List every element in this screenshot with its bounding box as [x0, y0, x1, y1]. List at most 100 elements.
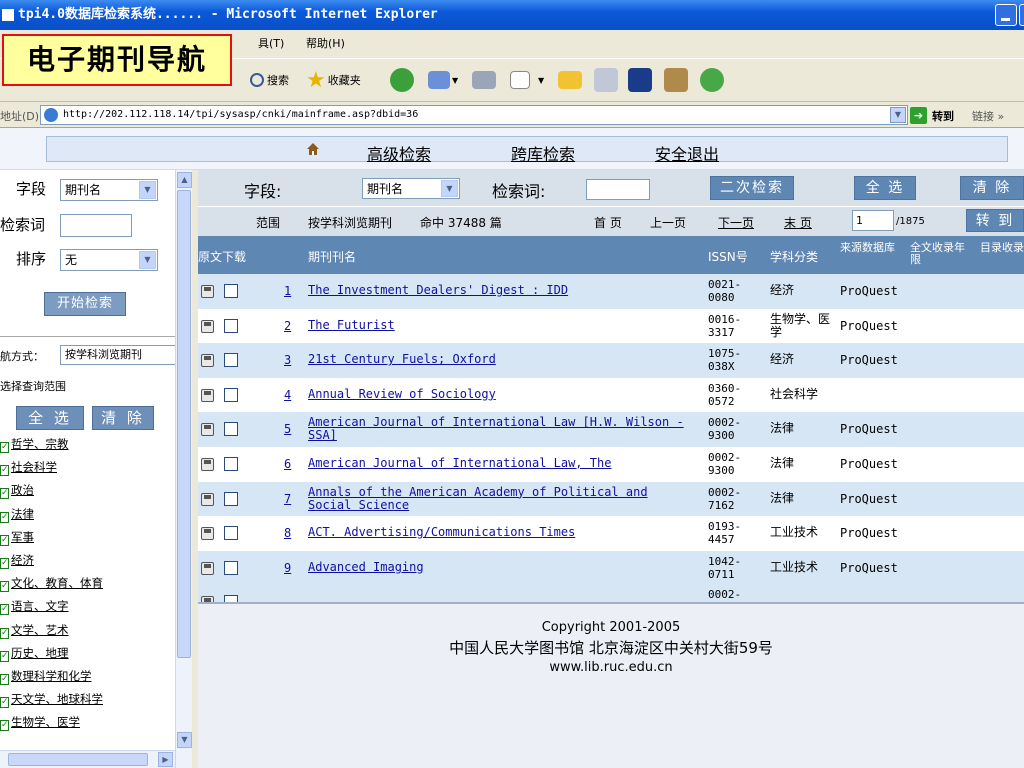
- favorites-toolbar-button[interactable]: ★ 收藏夹: [306, 66, 361, 94]
- save-disk-icon[interactable]: [201, 561, 214, 575]
- search-keyword-input[interactable]: [586, 179, 650, 200]
- journal-name-link[interactable]: Advanced Imaging: [308, 560, 703, 574]
- folder-toolbar-button[interactable]: [558, 66, 582, 94]
- category-checkbox[interactable]: ✓: [0, 604, 9, 616]
- row-checkbox[interactable]: [224, 560, 238, 575]
- first-page-link[interactable]: 首 页: [594, 214, 622, 231]
- row-checkbox[interactable]: [224, 387, 238, 402]
- search-field-select[interactable]: 期刊名 ▼: [362, 178, 460, 199]
- journal-name-link[interactable]: Annals of the American Academy of Politi…: [308, 485, 703, 512]
- row-checkbox[interactable]: [224, 526, 238, 541]
- save-disk-icon[interactable]: [201, 354, 214, 368]
- minimize-button[interactable]: [995, 4, 1017, 26]
- category-item[interactable]: ✓ 天文学、地球科学: [0, 691, 103, 709]
- save-disk-icon[interactable]: [201, 492, 214, 506]
- logout-link[interactable]: 安全退出: [655, 141, 719, 165]
- hscroll-thumb[interactable]: [8, 753, 148, 766]
- category-checkbox[interactable]: ✓: [0, 465, 9, 477]
- address-input[interactable]: http://202.112.118.14/tpi/sysasp/cnki/ma…: [40, 105, 908, 125]
- advanced-search-link[interactable]: 高级检索: [367, 141, 431, 165]
- discuss-toolbar-button[interactable]: [594, 66, 618, 94]
- cross-db-search-link[interactable]: 跨库检索: [511, 141, 575, 165]
- left-vertical-scrollbar[interactable]: ▲ ▼: [175, 170, 192, 768]
- row-checkbox[interactable]: [224, 318, 238, 333]
- scroll-down-icon[interactable]: ▼: [177, 732, 192, 748]
- category-checkbox[interactable]: ✓: [0, 442, 9, 453]
- category-item[interactable]: ✓ 军事: [0, 529, 34, 546]
- category-checkbox[interactable]: ✓: [0, 581, 9, 593]
- category-checkbox[interactable]: ✓: [0, 674, 9, 685]
- category-item[interactable]: ✓ 法律: [0, 506, 34, 523]
- nav-mode-select[interactable]: 按学科浏览期刊: [60, 345, 175, 365]
- go-button[interactable]: 转到: [932, 108, 954, 124]
- row-checkbox[interactable]: [224, 457, 238, 471]
- scroll-right-icon[interactable]: ▶: [158, 752, 173, 767]
- category-checkbox[interactable]: ✓: [0, 697, 9, 709]
- address-dropdown-icon[interactable]: ▼: [890, 107, 906, 123]
- research-toolbar-button[interactable]: [664, 66, 688, 94]
- category-checkbox[interactable]: ✓: [0, 650, 9, 662]
- links-button[interactable]: 链接 »: [972, 108, 1004, 124]
- prev-page-link[interactable]: 上一页: [650, 214, 686, 231]
- save-disk-icon[interactable]: [201, 527, 214, 541]
- journal-name-link[interactable]: American Journal of International Law [H…: [308, 416, 703, 442]
- save-disk-icon[interactable]: [201, 423, 214, 437]
- journal-name-link[interactable]: ACT. Advertising/Communications Times: [308, 526, 703, 539]
- journal-name-link[interactable]: 21st Century Fuels; Oxford: [308, 353, 703, 366]
- home-icon[interactable]: [306, 142, 320, 156]
- category-checkbox[interactable]: ✓: [0, 720, 9, 732]
- msn-toolbar-button[interactable]: [700, 66, 724, 94]
- scroll-up-icon[interactable]: ▲: [177, 172, 192, 188]
- mail-toolbar-button[interactable]: ▼: [428, 66, 458, 94]
- field-select[interactable]: 期刊名 ▼: [60, 179, 158, 201]
- save-disk-icon[interactable]: [201, 388, 214, 402]
- category-item[interactable]: ✓ 语言、文字: [0, 598, 69, 616]
- page-number-input[interactable]: 1: [852, 210, 894, 231]
- category-item[interactable]: ✓ 文化、教育、体育: [0, 575, 103, 593]
- category-item[interactable]: ✓ 生物学、医学: [0, 714, 80, 732]
- save-disk-icon[interactable]: [201, 285, 214, 298]
- sort-select[interactable]: 无 ▼: [60, 249, 158, 271]
- edit-toolbar-button[interactable]: ▼: [510, 66, 544, 94]
- row-checkbox[interactable]: [224, 422, 238, 437]
- last-page-link[interactable]: 末 页: [784, 214, 812, 231]
- history-toolbar-button[interactable]: [390, 66, 414, 94]
- row-checkbox[interactable]: [224, 491, 238, 506]
- close-button[interactable]: [1019, 4, 1024, 26]
- journal-name-link[interactable]: The Investment Dealers' Digest : IDD: [308, 284, 703, 297]
- keyword-input[interactable]: [60, 214, 132, 237]
- category-item[interactable]: ✓ 经济: [0, 552, 34, 569]
- left-horizontal-scrollbar[interactable]: ▶: [0, 750, 175, 768]
- menu-tools[interactable]: 具(T): [258, 30, 284, 58]
- category-item[interactable]: ✓ 数理科学和化学: [0, 668, 92, 685]
- start-search-button[interactable]: 开始检索: [44, 292, 126, 316]
- category-item[interactable]: ✓ 文学、艺术: [0, 622, 69, 639]
- secondary-search-button[interactable]: 二次检索: [710, 176, 794, 200]
- category-checkbox[interactable]: ✓: [0, 534, 9, 546]
- scroll-thumb[interactable]: [177, 190, 191, 658]
- row-checkbox[interactable]: [224, 284, 238, 298]
- left-select-all-button[interactable]: 全 选: [16, 406, 84, 430]
- menu-help[interactable]: 帮助(H): [306, 30, 345, 58]
- category-checkbox[interactable]: ✓: [0, 488, 9, 500]
- go-arrow-icon[interactable]: ➔: [910, 107, 927, 124]
- goto-page-button[interactable]: 转 到: [966, 209, 1024, 232]
- journal-name-link[interactable]: Annual Review of Sociology: [308, 387, 703, 401]
- row-checkbox[interactable]: [224, 595, 238, 602]
- journal-name-link[interactable]: The Futurist: [308, 318, 703, 332]
- print-toolbar-button[interactable]: [472, 66, 496, 94]
- category-item[interactable]: ✓ 政治: [0, 482, 34, 500]
- category-item[interactable]: ✓ 哲学、宗教: [0, 436, 69, 453]
- category-checkbox[interactable]: ✓: [0, 511, 9, 523]
- category-checkbox[interactable]: ✓: [0, 558, 9, 569]
- journal-name-link[interactable]: American Journal of International Law, T…: [308, 457, 703, 470]
- row-checkbox[interactable]: [224, 353, 238, 368]
- select-all-button[interactable]: 全 选: [854, 176, 916, 200]
- messenger-toolbar-button[interactable]: [628, 66, 652, 94]
- search-toolbar-button[interactable]: 搜索: [250, 66, 289, 94]
- category-item[interactable]: ✓ 历史、地理: [0, 645, 69, 662]
- clear-button[interactable]: 清 除: [960, 176, 1024, 200]
- save-disk-icon[interactable]: [201, 319, 214, 333]
- category-checkbox[interactable]: ✓: [0, 627, 9, 639]
- left-clear-button[interactable]: 清 除: [92, 406, 154, 430]
